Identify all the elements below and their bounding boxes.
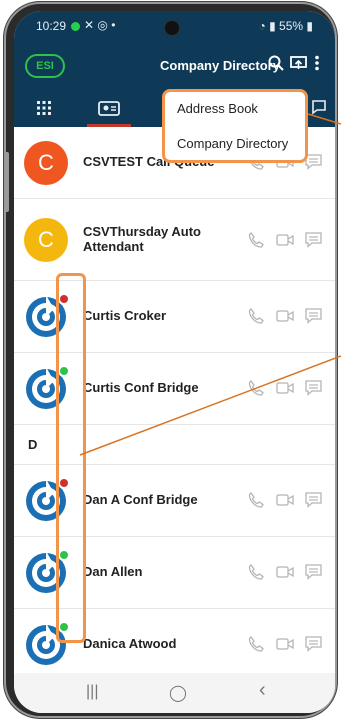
callout-lines [79, 113, 341, 456]
callout-line-presence [79, 355, 341, 456]
callout-line-menu [307, 113, 341, 125]
